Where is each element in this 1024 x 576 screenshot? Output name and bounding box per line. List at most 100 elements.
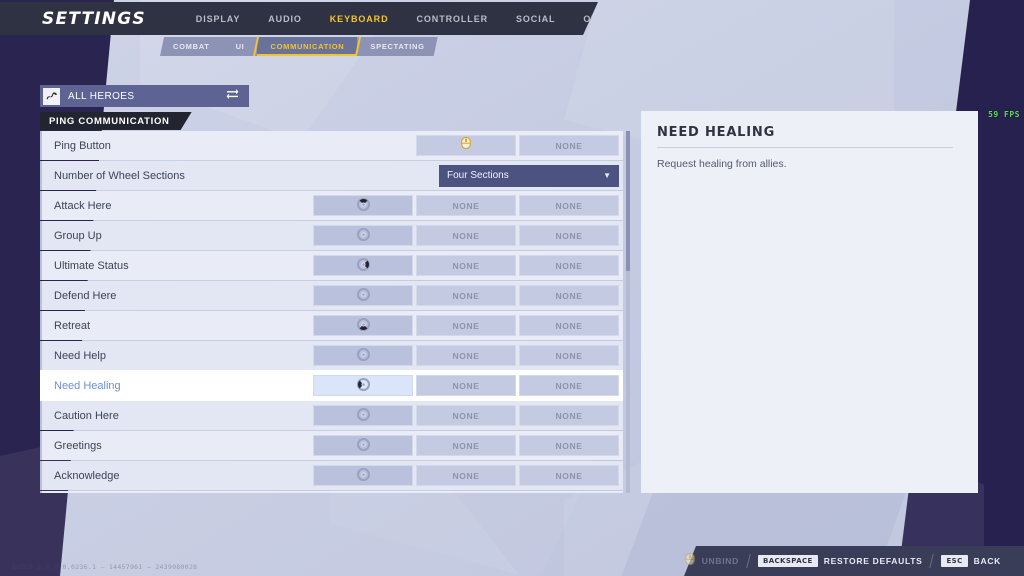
tertiary-bind-cell[interactable]: NONE xyxy=(519,255,619,276)
settings-row-controls: Four Sections ▼ xyxy=(439,164,623,187)
sub-tab-ui[interactable]: UI xyxy=(223,37,258,56)
sub-tab-communication[interactable]: COMMUNICATION xyxy=(257,37,357,56)
chevron-down-icon: ▼ xyxy=(603,171,611,180)
secondary-bind-cell[interactable]: NONE xyxy=(416,435,516,456)
action-prompt-unbind: UNBIND xyxy=(675,552,748,571)
settings-row[interactable]: Caution Here NONE NONE xyxy=(40,401,623,430)
action-prompt-back[interactable]: ESC BACK xyxy=(932,555,1010,567)
tertiary-bind-cell[interactable]: NONE xyxy=(519,375,619,396)
ping-wheel-empty-icon xyxy=(356,227,370,243)
keycap: ESC xyxy=(941,555,968,567)
action-prompt-label: RESTORE DEFAULTS xyxy=(823,556,923,566)
sub-tab-spectating[interactable]: SPECTATING xyxy=(357,37,437,56)
primary-bind-cell[interactable] xyxy=(313,315,413,336)
section-header: PING COMMUNICATION xyxy=(40,112,192,130)
scrollbar-thumb[interactable] xyxy=(626,131,630,271)
tertiary-bind-cell[interactable]: NONE xyxy=(519,465,619,486)
secondary-bind-cell[interactable]: NONE xyxy=(416,405,516,426)
primary-bind-cell[interactable] xyxy=(313,255,413,276)
primary-bind-cell[interactable] xyxy=(313,345,413,366)
settings-row[interactable]: Need Healing NONE NONE xyxy=(40,371,623,400)
primary-bind-cell[interactable] xyxy=(313,405,413,426)
tertiary-bind-cell[interactable]: NONE xyxy=(519,345,619,366)
primary-bind-cell[interactable] xyxy=(313,285,413,306)
primary-bind-cell[interactable] xyxy=(313,435,413,456)
action-prompt-restore-defaults[interactable]: BACKSPACE RESTORE DEFAULTS xyxy=(749,555,932,567)
secondary-bind-cell[interactable]: NONE xyxy=(416,345,516,366)
settings-row-label: Defend Here xyxy=(54,289,117,302)
tertiary-bind-cell[interactable]: NONE xyxy=(519,285,619,306)
action-prompt-label: BACK xyxy=(973,556,1001,566)
mouse-middle-click-icon xyxy=(684,552,696,571)
ping-wheel-empty-icon xyxy=(356,437,370,453)
sub-tab-combat[interactable]: COMBAT xyxy=(160,37,223,56)
settings-list: Ping Button NONE Number of Wheel Sections F… xyxy=(40,131,623,493)
tertiary-bind-cell[interactable]: NONE xyxy=(519,435,619,456)
info-panel-description: Request healing from allies. xyxy=(657,158,787,170)
hero-selector-label: ALL HEROES xyxy=(68,90,135,102)
tertiary-bind-cell[interactable]: NONE xyxy=(519,195,619,216)
primary-bind-cell[interactable] xyxy=(313,195,413,216)
settings-row-label: Greetings xyxy=(54,439,102,452)
tertiary-bind-cell[interactable]: NONE xyxy=(519,315,619,336)
hero-selector[interactable]: ALL HEROES xyxy=(40,85,249,107)
settings-row[interactable]: Number of Wheel Sections Four Sections ▼ xyxy=(40,161,623,190)
main-tab-audio[interactable]: AUDIO xyxy=(254,10,316,28)
settings-row-controls: NONE NONE xyxy=(313,345,623,366)
settings-row-controls: NONE NONE xyxy=(313,315,623,336)
secondary-bind-cell[interactable]: NONE xyxy=(416,225,516,246)
mouse-middle-click-icon xyxy=(460,136,472,155)
settings-row-label: Need Healing xyxy=(54,379,121,392)
settings-row[interactable]: Ping Button NONE xyxy=(40,131,623,160)
settings-row[interactable]: Group Up NONE NONE xyxy=(40,221,623,250)
main-tab-display[interactable]: DISPLAY xyxy=(182,10,254,28)
primary-bind-cell[interactable] xyxy=(313,375,413,396)
settings-row[interactable]: Retreat NONE NONE xyxy=(40,311,623,340)
settings-row[interactable]: Need Help NONE NONE xyxy=(40,341,623,370)
settings-row[interactable]: Greetings NONE NONE xyxy=(40,431,623,460)
sub-tabs: COMBAT UI COMMUNICATION SPECTATING xyxy=(160,37,438,56)
bottom-action-bar: UNBIND BACKSPACE RESTORE DEFAULTS ESC BACK xyxy=(0,546,1024,576)
settings-row[interactable]: Attack Here NONE NONE xyxy=(40,191,623,220)
ping-button-secondary-bind[interactable]: NONE xyxy=(519,135,619,156)
primary-bind-cell[interactable] xyxy=(313,465,413,486)
primary-bind-cell[interactable] xyxy=(313,225,413,246)
ping-wheel-up-icon xyxy=(356,197,370,213)
settings-row-controls: NONE NONE xyxy=(313,405,623,426)
settings-row-controls: NONE NONE xyxy=(313,225,623,246)
settings-row-controls: NONE NONE xyxy=(313,465,623,486)
swap-arrows-icon[interactable] xyxy=(226,87,239,105)
settings-row[interactable]: Acknowledge NONE NONE xyxy=(40,461,623,490)
settings-row-label: Acknowledge xyxy=(54,469,120,482)
main-tab-keyboard[interactable]: KEYBOARD xyxy=(316,10,403,28)
settings-row[interactable]: Defend Here NONE NONE xyxy=(40,281,623,310)
section-title: PING COMMUNICATION xyxy=(49,115,170,127)
settings-row-label: Retreat xyxy=(54,319,91,332)
ping-button-primary-bind[interactable] xyxy=(416,135,516,156)
list-scrollbar[interactable] xyxy=(626,131,630,493)
settings-screen: SETTINGS DISPLAY AUDIO KEYBOARD CONTROLLER S… xyxy=(0,0,1024,576)
wheel-sections-dropdown[interactable]: Four Sections ▼ xyxy=(439,164,619,187)
tertiary-bind-cell[interactable]: NONE xyxy=(519,225,619,246)
settings-row-controls: NONE NONE xyxy=(313,255,623,276)
ping-wheel-empty-icon xyxy=(356,347,370,363)
divider xyxy=(657,147,953,148)
secondary-bind-cell[interactable]: NONE xyxy=(416,285,516,306)
main-tab-social[interactable]: SOCIAL xyxy=(502,10,569,28)
secondary-bind-cell[interactable]: NONE xyxy=(416,465,516,486)
top-navigation-bar: SETTINGS DISPLAY AUDIO KEYBOARD CONTROLLER S… xyxy=(0,2,598,35)
secondary-bind-cell[interactable]: NONE xyxy=(416,315,516,336)
secondary-bind-cell[interactable]: NONE xyxy=(416,195,516,216)
settings-row-label: Number of Wheel Sections xyxy=(54,169,185,182)
settings-row-controls: NONE xyxy=(416,135,623,156)
settings-row[interactable]: StatusNONENONE xyxy=(40,491,623,493)
page-title: SETTINGS xyxy=(42,8,146,29)
main-tab-controller[interactable]: CONTROLLER xyxy=(403,10,503,28)
secondary-bind-cell[interactable]: NONE xyxy=(416,375,516,396)
fps-counter: 59 FPS xyxy=(988,110,1020,119)
action-prompts: UNBIND BACKSPACE RESTORE DEFAULTS ESC BACK xyxy=(675,552,1024,571)
secondary-bind-cell[interactable]: NONE xyxy=(416,255,516,276)
settings-row[interactable]: Ultimate Status NONE NONE xyxy=(40,251,623,280)
tertiary-bind-cell[interactable]: NONE xyxy=(519,405,619,426)
settings-row-controls: NONE NONE xyxy=(313,195,623,216)
